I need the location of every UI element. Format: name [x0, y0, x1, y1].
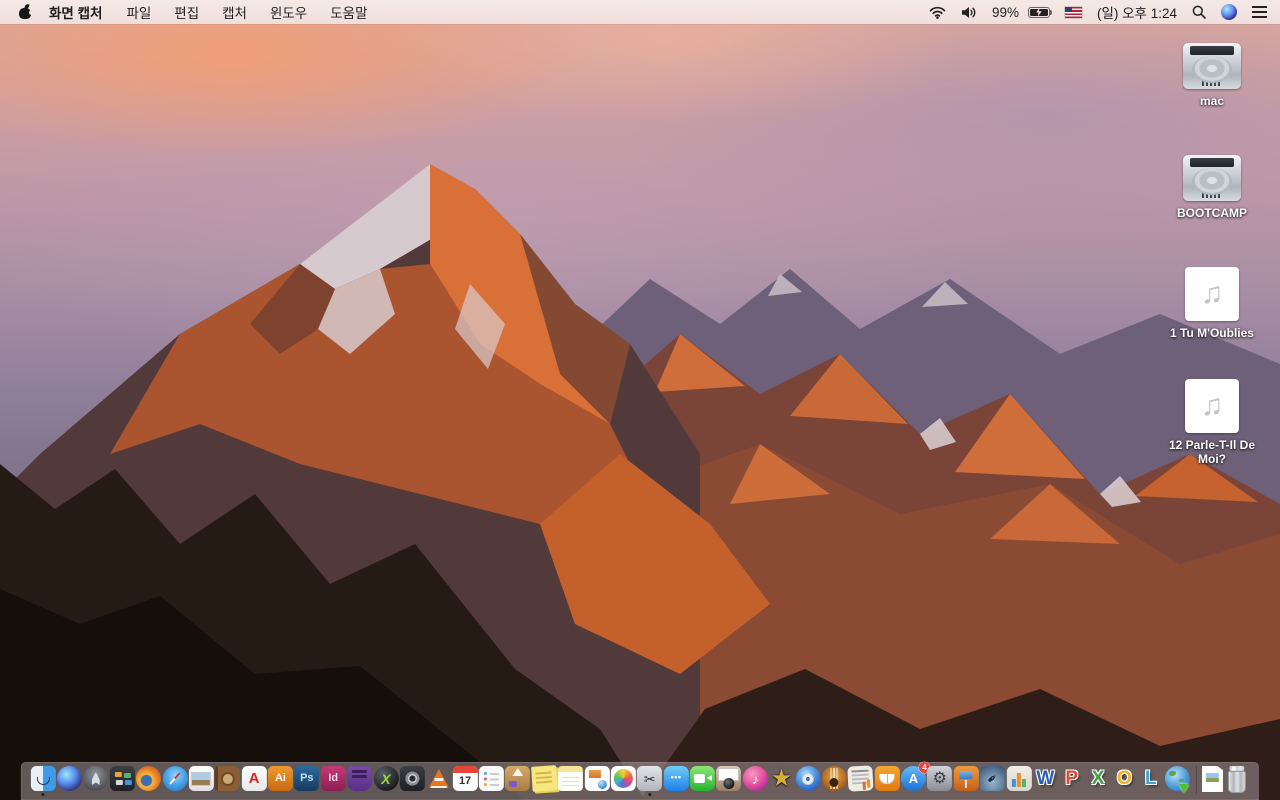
indesign-dock-icon[interactable]: Id: [320, 766, 346, 791]
toast-dock-icon[interactable]: [347, 766, 373, 791]
desktop-icon-label: 1 Tu M'Oublies: [1170, 326, 1254, 340]
acrobat-reader-dock-icon[interactable]: A: [241, 766, 267, 791]
battery-charging-icon[interactable]: [1027, 6, 1053, 18]
menu-윈도우[interactable]: 윈도우: [270, 2, 307, 22]
word-dock-icon[interactable]: W: [1033, 766, 1058, 791]
menu-편집[interactable]: 편집: [174, 2, 199, 22]
contacts-dock-icon[interactable]: [215, 766, 241, 791]
dvd-player-dock-icon[interactable]: [795, 766, 821, 791]
stuffit-expander-dock-icon[interactable]: [505, 766, 531, 791]
illustrator-dock-icon[interactable]: Ai: [267, 766, 293, 791]
wifi-icon[interactable]: [929, 6, 946, 19]
keynote-dock-icon[interactable]: [953, 766, 979, 791]
messages-dock-icon[interactable]: •••: [663, 766, 689, 791]
grab-dock-icon[interactable]: ✂: [637, 766, 663, 796]
desktop-icon-label: 12 Parle-T-Il De Moi?: [1168, 438, 1256, 467]
active-app-name[interactable]: 화면 캡처: [49, 2, 102, 22]
disk-utility-dock-icon[interactable]: [399, 766, 425, 791]
running-indicator: [648, 793, 652, 796]
volume-icon[interactable]: [961, 6, 977, 19]
screen: 화면 캡처 파일 편집 캡처 윈도우 도움말 99% (일) 오후 1:24 m…: [0, 0, 1280, 800]
numbers-dock-icon[interactable]: [1006, 766, 1032, 791]
drive-icon: [1183, 43, 1241, 89]
garageband-dock-icon[interactable]: [821, 766, 847, 791]
spotlight-icon[interactable]: [1192, 5, 1206, 19]
notification-center-icon[interactable]: [1252, 6, 1267, 18]
preview-dock-icon[interactable]: [188, 766, 214, 791]
itunes-dock-icon[interactable]: ♪: [742, 766, 768, 791]
iweb-dock-icon[interactable]: [584, 766, 610, 791]
outlook-dock-icon[interactable]: O: [1112, 766, 1137, 791]
apple-menu-icon[interactable]: [19, 6, 34, 19]
excel-dock-icon[interactable]: X: [1086, 766, 1111, 791]
music-note-icon: ♫: [1200, 389, 1224, 422]
siri-menu-icon[interactable]: [1221, 4, 1237, 20]
finder-dock-icon[interactable]: [30, 766, 56, 796]
photo-booth-dock-icon[interactable]: [716, 766, 742, 791]
input-source-us-flag-icon[interactable]: [1064, 6, 1082, 18]
reminders-dock-icon[interactable]: [478, 766, 504, 791]
running-indicator: [41, 793, 45, 796]
wallpaper-mountains: [0, 164, 1280, 800]
imovie-dock-icon[interactable]: ★: [769, 766, 794, 791]
audio-icon: ♫: [1185, 267, 1239, 321]
lync-dock-icon[interactable]: L: [1138, 766, 1163, 791]
desktop-icon-tu-moublies[interactable]: ♫ 1 Tu M'Oublies: [1160, 267, 1264, 379]
desktop-icon-label: mac: [1199, 94, 1225, 108]
siri-dock-icon[interactable]: [56, 766, 82, 791]
battery-percent: 99%: [991, 4, 1019, 20]
jpeg-file-dock-icon[interactable]: [1202, 766, 1224, 792]
internet-download-dock-icon[interactable]: [1164, 766, 1190, 791]
dock-items: A Ai Ps Id X 17 ✂ ••• ♪ ★ A 4 ⚙ ✒ W P X O L: [30, 762, 1250, 796]
powerpoint-dock-icon[interactable]: P: [1059, 766, 1084, 791]
desktop-icon-parle-t-il-de-moi[interactable]: ♫ 12 Parle-T-Il De Moi?: [1160, 379, 1264, 491]
desktop-icons: mac BOOTCAMP ♫ 1 Tu M'Oublies ♫ 12 Parle-T-Il…: [1160, 43, 1264, 491]
launchpad-dock-icon[interactable]: [83, 766, 109, 791]
mission-control-dock-icon[interactable]: [109, 766, 135, 791]
newspaper-app-dock-icon[interactable]: [847, 765, 874, 792]
desktop-icon-label: BOOTCAMP: [1177, 206, 1247, 220]
firefox-dock-icon[interactable]: [136, 766, 162, 791]
menu-bar-menus: 파일 편집 캡처 윈도우 도움말: [126, 2, 367, 22]
system-preferences-dock-icon[interactable]: ⚙: [927, 766, 953, 791]
x-app-dock-icon[interactable]: X: [373, 766, 399, 791]
audio-icon: ♫: [1185, 379, 1239, 433]
dock-divider: [1195, 766, 1197, 794]
photos-dock-icon[interactable]: [610, 766, 636, 791]
photoshop-dock-icon[interactable]: Ps: [294, 766, 320, 791]
calendar-dock-icon[interactable]: 17: [452, 766, 478, 791]
app-store-dock-icon[interactable]: A4: [900, 762, 930, 791]
ibooks-dock-icon[interactable]: [874, 766, 900, 791]
menu-도움말[interactable]: 도움말: [330, 2, 367, 22]
menu-캡처[interactable]: 캡처: [222, 2, 247, 22]
desktop-icon-mac[interactable]: mac: [1160, 43, 1264, 155]
menu-bar-status: 99% (일) 오후 1:24: [929, 2, 1267, 22]
trash-dock-icon[interactable]: [1224, 766, 1249, 791]
dock: A Ai Ps Id X 17 ✂ ••• ♪ ★ A 4 ⚙ ✒ W P X O L: [20, 762, 1260, 800]
facetime-dock-icon[interactable]: [689, 766, 715, 791]
drive-icon: [1183, 155, 1241, 201]
desktop-icon-bootcamp[interactable]: BOOTCAMP: [1160, 155, 1264, 267]
menu-bar-clock[interactable]: (일) 오후 1:24: [1097, 2, 1177, 22]
menu-bar-left: 화면 캡처 파일 편집 캡처 윈도우 도움말: [0, 2, 368, 22]
desktop[interactable]: mac BOOTCAMP ♫ 1 Tu M'Oublies ♫ 12 Parle-T-Il…: [0, 24, 1280, 800]
safari-dock-icon[interactable]: [162, 766, 188, 791]
music-note-icon: ♫: [1200, 277, 1224, 310]
stickies-dock-icon[interactable]: [530, 765, 558, 792]
notes-dock-icon[interactable]: [558, 766, 584, 791]
menu-파일[interactable]: 파일: [126, 2, 151, 22]
vlc-dock-icon[interactable]: [426, 766, 451, 791]
menu-bar: 화면 캡처 파일 편집 캡처 윈도우 도움말 99% (일) 오후 1:24: [0, 0, 1280, 24]
pages-dock-icon[interactable]: ✒: [980, 766, 1006, 791]
